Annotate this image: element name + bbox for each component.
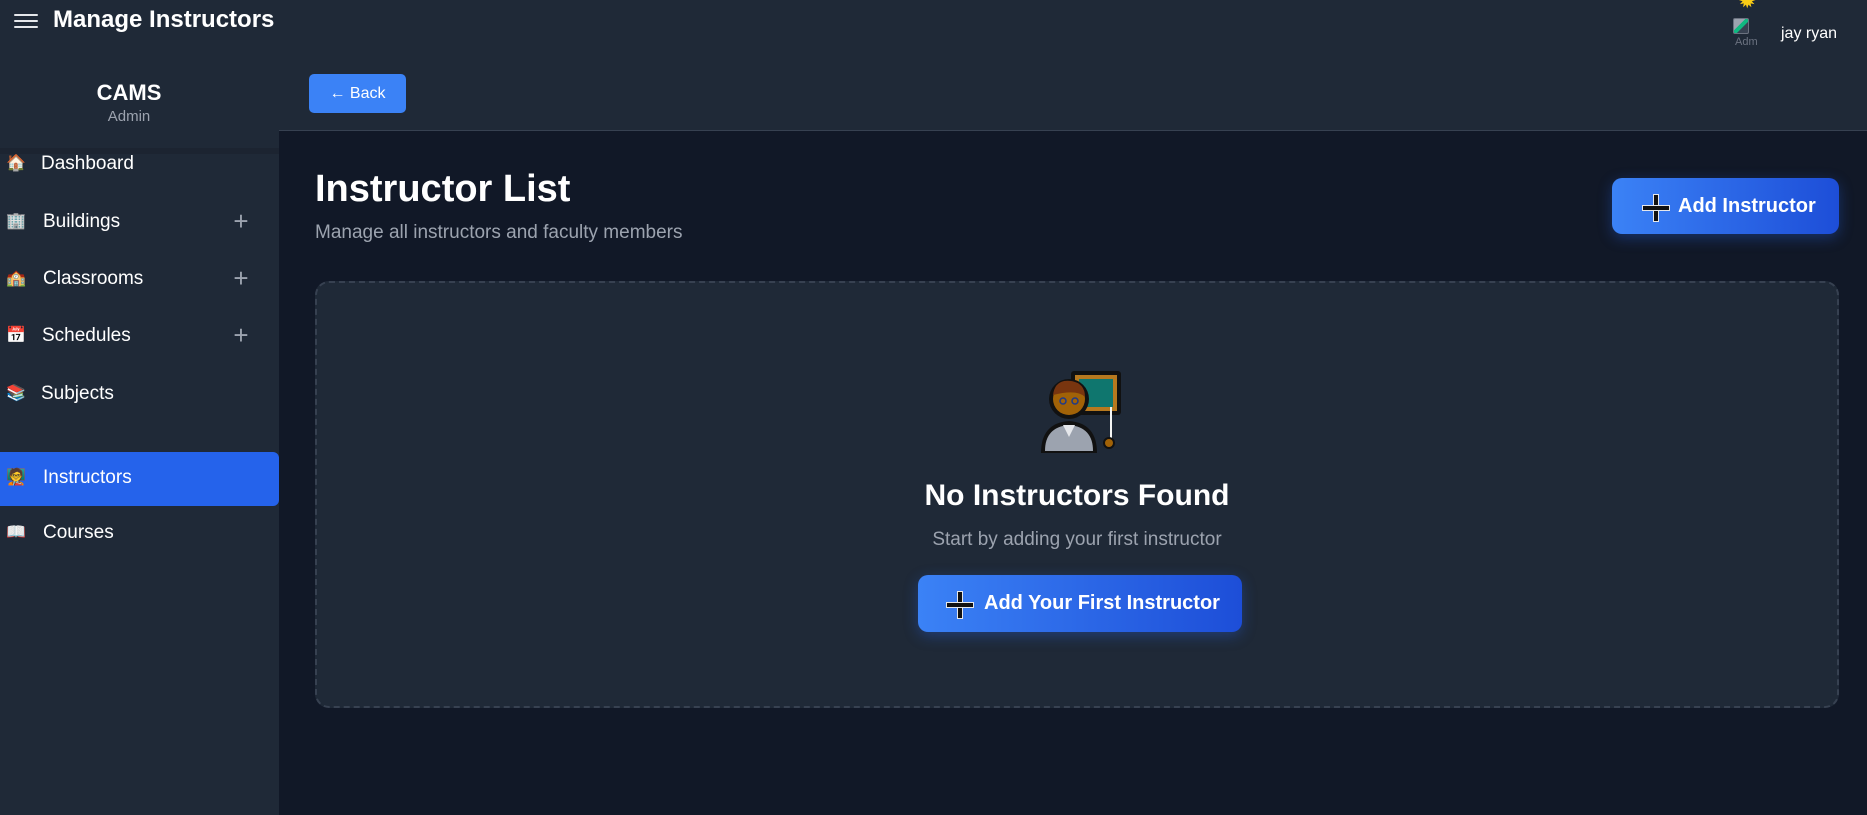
teacher-icon: 🧑‍🏫 <box>6 469 26 486</box>
empty-state-subtitle: Start by adding your first instructor <box>932 529 1222 550</box>
sidebar-item-subjects[interactable]: 📚 Subjects <box>0 367 279 421</box>
top-bar: Manage Instructors ✹ Adm jay ryan <box>0 0 1867 54</box>
plus-icon <box>946 591 974 619</box>
sidebar-item-label: Instructors <box>43 467 132 488</box>
toolbar: ← Back <box>279 54 1867 131</box>
calendar-icon: 📅 <box>6 327 26 344</box>
sidebar-item-courses[interactable]: 📖 Courses <box>0 506 279 560</box>
avatar-alt-text: Adm <box>1735 36 1758 48</box>
open-book-icon: 📖 <box>6 524 26 541</box>
sidebar-item-buildings[interactable]: 🏢 Buildings + <box>0 195 279 249</box>
building-icon: 🏢 <box>6 213 26 230</box>
main-content: ← Back Instructor List Manage all instru… <box>279 54 1867 815</box>
sidebar-item-label: Classrooms <box>43 268 144 289</box>
page-subtitle: Manage all instructors and faculty membe… <box>315 222 683 243</box>
brand-name: CAMS <box>96 80 162 105</box>
add-instructor-button[interactable]: Add Instructor <box>1612 178 1839 234</box>
broken-image-icon <box>1733 18 1749 34</box>
sun-icon[interactable]: ✹ <box>1738 0 1756 12</box>
sidebar-item-label: Courses <box>43 522 114 543</box>
add-first-instructor-button[interactable]: Add Your First Instructor <box>918 575 1242 632</box>
avatar[interactable]: Adm <box>1731 14 1767 50</box>
school-icon: 🏫 <box>6 270 26 287</box>
add-first-instructor-label: Add Your First Instructor <box>984 592 1220 614</box>
user-name[interactable]: jay ryan <box>1781 25 1837 43</box>
plus-icon <box>1642 194 1670 222</box>
sidebar: CAMS Admin 🏠 Dashboard 🏢 Buildings + 🏫 C… <box>0 54 279 815</box>
sidebar-item-label: Subjects <box>41 383 114 404</box>
page-title: Instructor List <box>315 168 571 210</box>
back-button[interactable]: ← Back <box>309 74 406 113</box>
sidebar-item-instructors[interactable]: 🧑‍🏫 Instructors <box>0 452 279 506</box>
expand-plus-icon[interactable]: + <box>231 322 251 348</box>
empty-state-title: No Instructors Found <box>924 479 1230 512</box>
add-instructor-label: Add Instructor <box>1678 195 1816 217</box>
menu-icon[interactable] <box>14 10 38 32</box>
expand-plus-icon[interactable]: + <box>231 265 251 291</box>
books-icon: 📚 <box>6 385 26 402</box>
expand-plus-icon[interactable]: + <box>231 208 251 234</box>
brand: CAMS Admin <box>0 54 258 148</box>
sidebar-item-label: Buildings <box>43 211 121 232</box>
sidebar-item-label: Schedules <box>42 325 131 346</box>
sidebar-item-schedules[interactable]: 📅 Schedules + <box>0 309 279 363</box>
sidebar-item-classrooms[interactable]: 🏫 Classrooms + <box>0 252 279 306</box>
sidebar-item-label: Dashboard <box>41 153 134 174</box>
empty-state: No Instructors Found Start by adding you… <box>315 281 1839 708</box>
house-icon: 🏠 <box>6 155 26 172</box>
page-header-title: Manage Instructors <box>53 6 275 33</box>
brand-role: Admin <box>107 108 151 125</box>
sidebar-item-dashboard[interactable]: 🏠 Dashboard <box>0 137 279 191</box>
teacher-icon <box>1041 371 1121 453</box>
